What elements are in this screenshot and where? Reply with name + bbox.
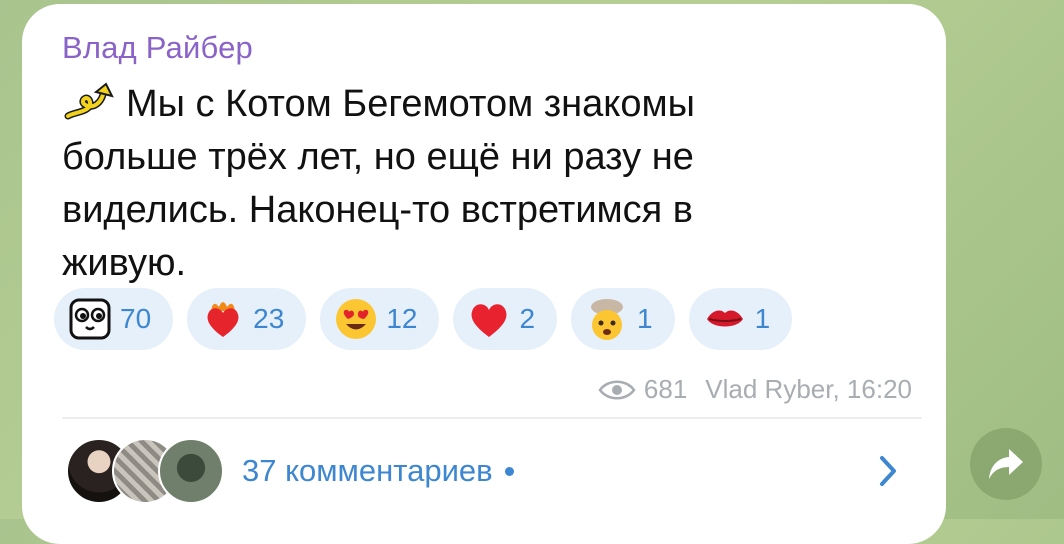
reaction-red-heart[interactable]: 2 [453,288,558,350]
reaction-heart-on-fire[interactable]: 23 [187,288,307,350]
divider [62,417,922,419]
reaction-count: 70 [120,303,152,334]
message-text: Мы с Котом Бегемотом знакомы больше трёх… [62,78,782,290]
views-count: 681 [643,374,688,404]
commenter-avatars [66,438,226,504]
reactions-bar: 70 23 12 2 1 1 [54,288,806,350]
share-button[interactable] [970,428,1042,500]
avatar [158,438,224,504]
reaction-heart-eyes[interactable]: 12 [320,288,440,350]
reaction-count: 1 [637,303,653,334]
reaction-sticker-face[interactable]: 70 [54,288,174,350]
exploding-head-icon [585,297,629,341]
comments-button[interactable]: 37 комментариев [66,436,916,506]
reaction-exploding-head[interactable]: 1 [571,288,675,350]
eye-icon [598,380,636,399]
share-arrow-icon [989,449,1023,479]
reaction-count: 23 [253,303,285,334]
kiss-lips-icon [703,297,747,341]
comments-count-label: 37 комментариев [242,453,493,488]
unread-dot [504,466,514,476]
reaction-kiss-lips[interactable]: 1 [688,288,793,350]
message-bubble: Влад Райбер Мы с Котом Бегемотом знакомы… [22,4,946,544]
curved-arrow-icon [64,82,114,120]
reaction-count: 1 [754,303,771,334]
heart-eyes-icon [334,297,378,341]
red-heart-icon [467,297,511,341]
post-signature: Vlad Ryber, 16:20 [705,374,912,404]
author-name[interactable]: Влад Райбер [62,30,253,66]
message-meta: 681 Vlad Ryber, 16:20 [598,374,912,405]
message-body: Мы с Котом Бегемотом знакомы больше трёх… [62,83,695,284]
reaction-count: 2 [519,303,536,334]
chevron-right-icon [880,456,896,486]
heart-on-fire-icon [201,297,245,341]
cartoon-face-sticker-icon [68,297,112,341]
reaction-count: 12 [386,303,418,334]
